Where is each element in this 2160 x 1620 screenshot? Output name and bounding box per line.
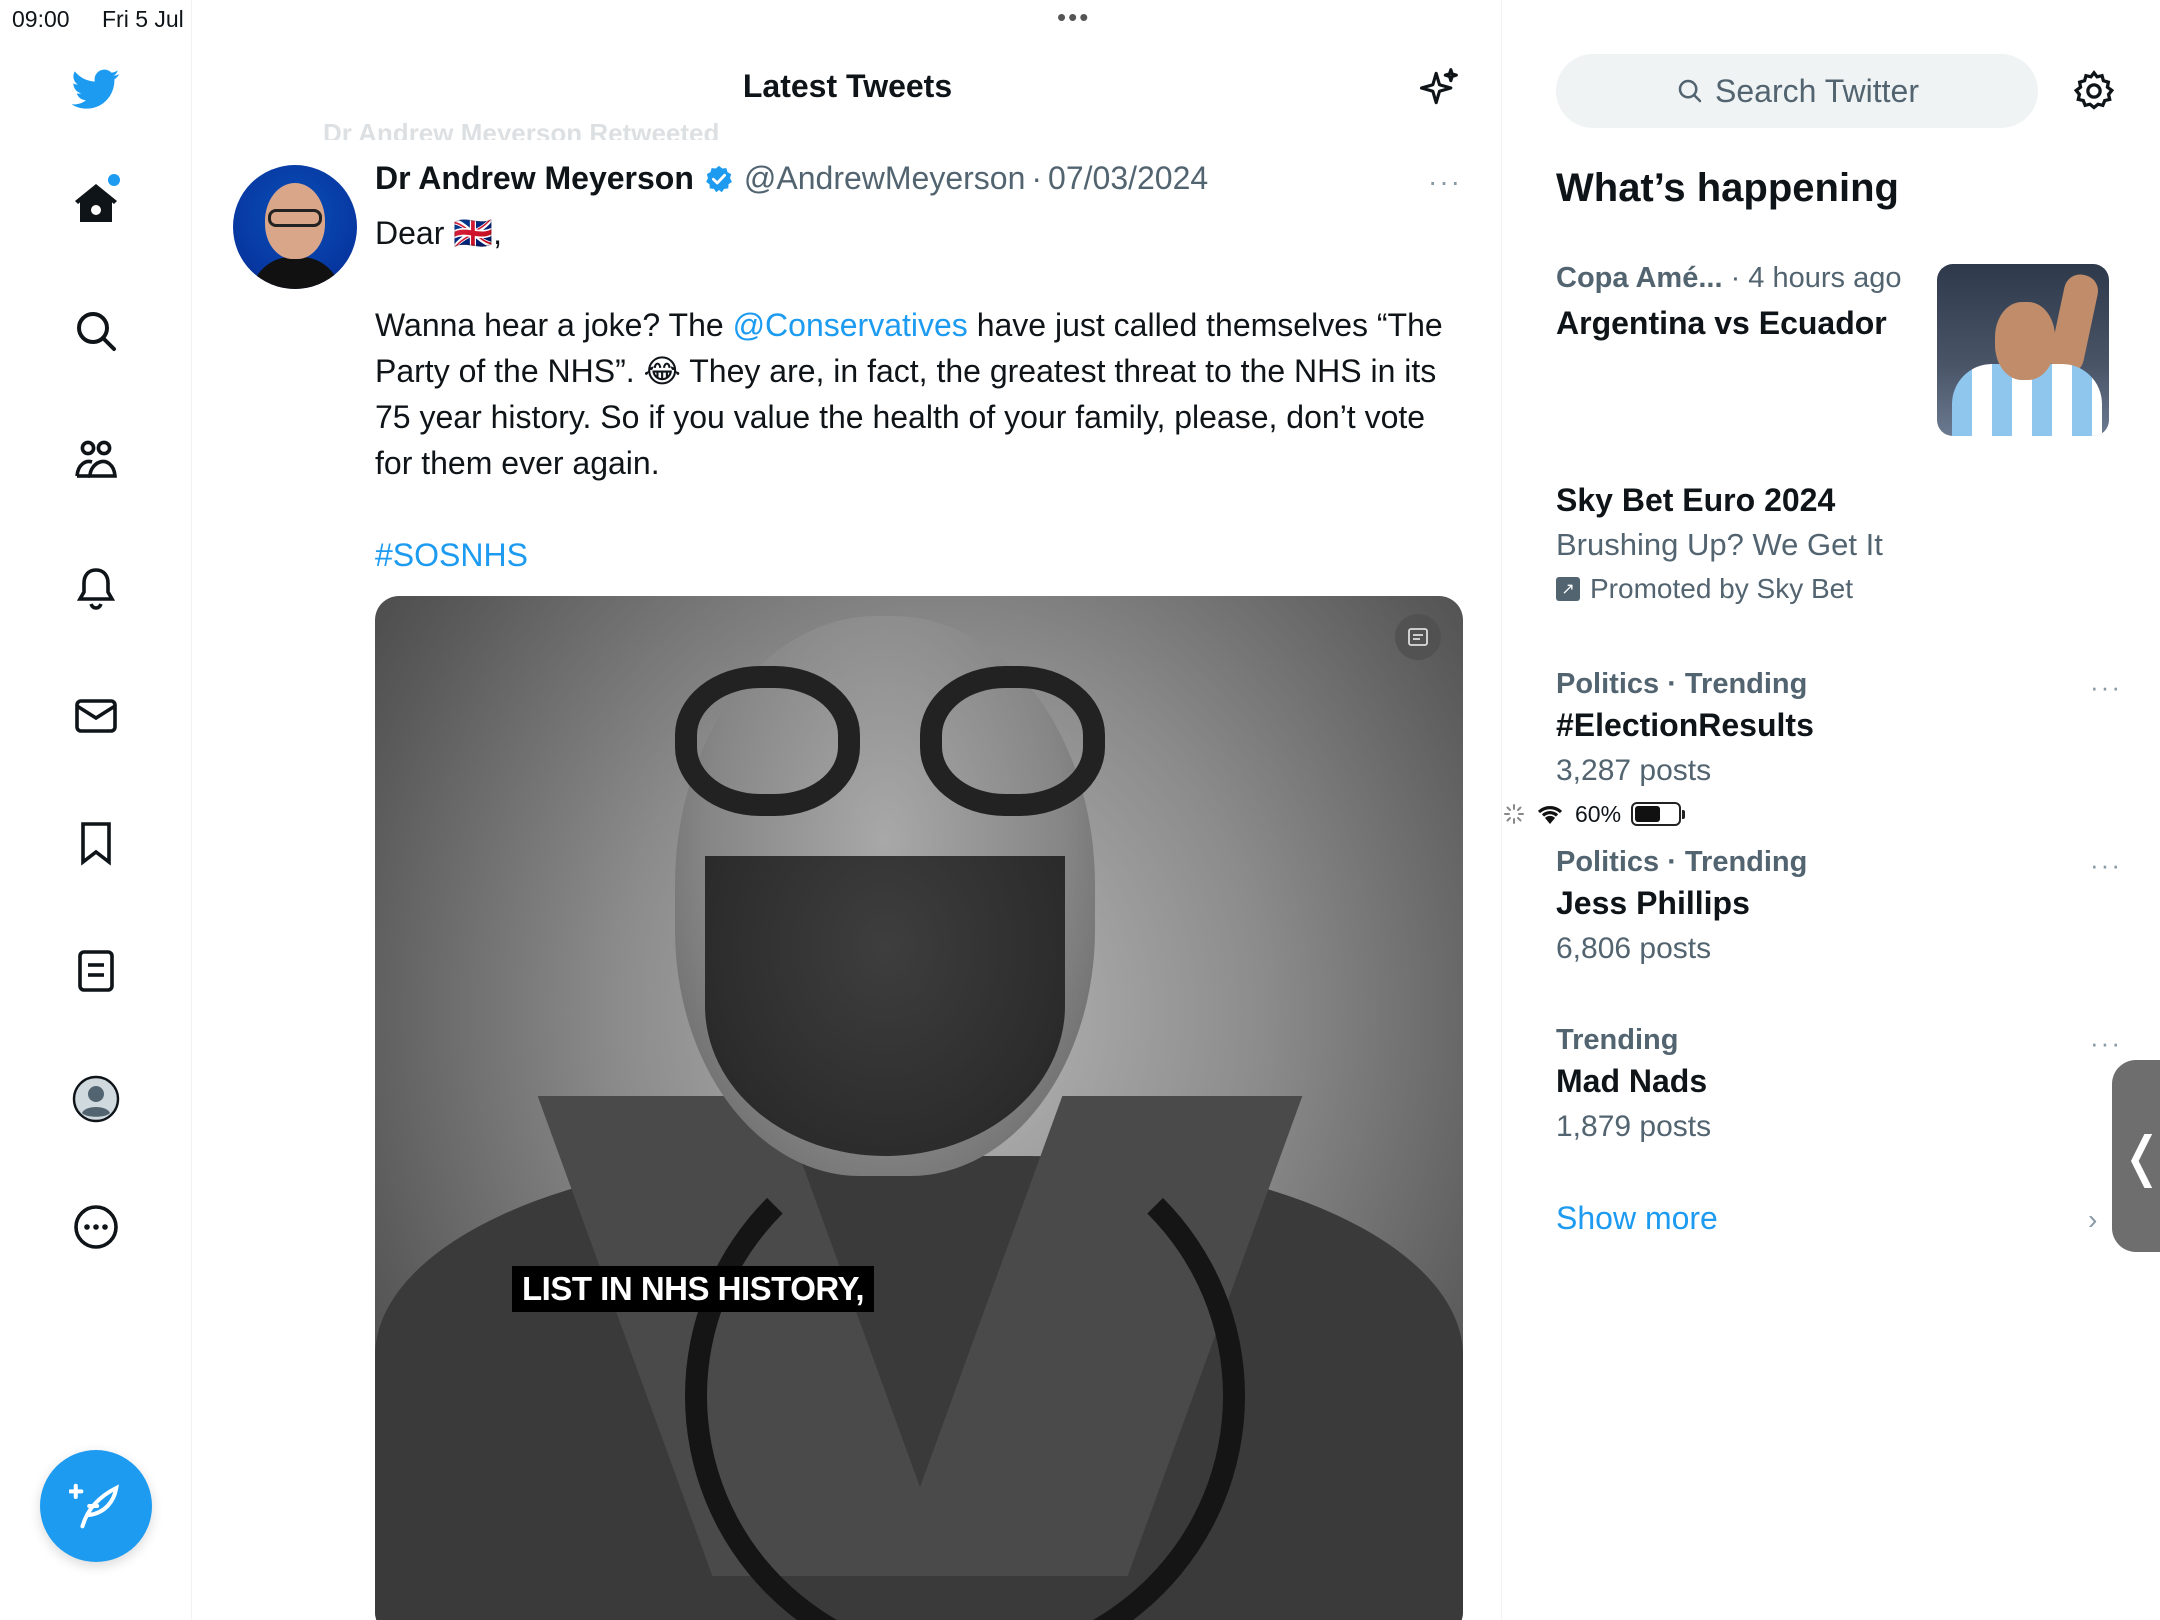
compose-tweet-button[interactable] <box>40 1450 152 1562</box>
more-icon[interactable] <box>70 1201 122 1253</box>
trend-item[interactable]: Politics · Trending #ElectionResults 3,2… <box>1556 668 1814 788</box>
retweet-context: Dr Andrew Meyerson Retweeted <box>323 118 720 140</box>
trend-thumbnail[interactable] <box>1937 264 2109 436</box>
verified-badge-icon <box>706 165 732 192</box>
trend-context: Trending <box>1556 1024 1679 1056</box>
trend-post-count: 1,879 posts <box>1556 1110 1712 1143</box>
trend-title: Mad Nads <box>1556 1063 1708 1099</box>
trend-item[interactable]: Trending Mad Nads 1,879 posts <box>1556 1024 1711 1144</box>
communities-icon[interactable] <box>70 434 122 486</box>
video-caption: LIST IN NHS HISTORY, <box>512 1266 875 1312</box>
trend-more-icon[interactable]: ··· <box>2090 1028 2122 1059</box>
chevron-right-icon[interactable]: › <box>2088 1204 2097 1236</box>
trend-more-icon[interactable]: ··· <box>2090 672 2122 703</box>
promoted-subtitle: Brushing Up? We Get It <box>1556 527 1883 562</box>
trend-context: Politics · Trending <box>1556 668 1808 700</box>
notifications-icon[interactable] <box>70 562 122 614</box>
home-unread-dot <box>108 174 120 186</box>
timeline-column: Latest Tweets Dr Andrew Meyerson Retweet… <box>193 0 1502 1620</box>
tweet-paragraph: Wanna hear a joke? The @Conservatives ha… <box>375 302 1455 486</box>
search-icon <box>1678 79 1702 103</box>
hashtag-link[interactable]: #SOSNHS <box>375 537 528 573</box>
author-name[interactable]: Dr Andrew Meyerson <box>375 160 694 197</box>
trend-post-count: 3,287 posts <box>1556 754 1712 787</box>
compose-feather-icon <box>69 1483 119 1529</box>
trend-title: Sky Bet Euro 2024 <box>1556 482 1836 518</box>
settings-gear-icon[interactable] <box>2071 68 2117 114</box>
trend-context: Politics · Trending <box>1556 846 1808 878</box>
lists-icon[interactable] <box>70 945 122 997</box>
mention-link[interactable]: @Conservatives <box>733 307 968 343</box>
author-avatar[interactable] <box>233 165 357 289</box>
trend-post-count: 6,806 posts <box>1556 932 1712 965</box>
author-handle[interactable]: @AndrewMeyerson <box>744 160 1025 197</box>
tweet-text: Dear 🇬🇧, Wanna hear a joke? The @Conserv… <box>375 210 1455 578</box>
trend-title: Argentina vs Ecuador <box>1556 305 1887 341</box>
header-separator: · <box>1031 160 1043 196</box>
promoted-trend-item[interactable]: Sky Bet Euro 2024 Brushing Up? We Get It… <box>1556 482 1883 605</box>
page-title: Latest Tweets <box>742 68 953 104</box>
trend-item[interactable]: Copa Amé... · 4 hours ago Argentina vs E… <box>1556 262 1901 342</box>
bookmarks-icon[interactable] <box>70 817 122 869</box>
left-nav <box>0 0 192 1620</box>
messages-icon[interactable] <box>70 690 122 742</box>
media-options-icon[interactable] <box>1395 614 1441 660</box>
side-panel-handle-icon[interactable]: ❬ <box>2112 1060 2160 1252</box>
show-more-link[interactable]: Show more <box>1556 1200 1718 1237</box>
whats-happening-heading: What’s happening <box>1556 166 1899 210</box>
tweet-text-part: Wanna hear a joke? The <box>375 307 733 343</box>
trend-more-icon[interactable]: ··· <box>2090 850 2122 881</box>
tweet-more-options-icon[interactable]: ··· <box>1428 166 1462 198</box>
trend-title: #ElectionResults <box>1556 707 1814 743</box>
tweet-date[interactable]: 07/03/2024 <box>1048 160 1208 197</box>
promoted-arrow-icon: ↗ <box>1556 577 1580 601</box>
trend-time: · 4 hours ago <box>1722 262 1902 294</box>
promoted-label: ↗ Promoted by Sky Bet <box>1556 573 1883 605</box>
search-input[interactable]: Search Twitter <box>1556 54 2038 128</box>
tweet-greeting: Dear 🇬🇧, <box>375 215 502 251</box>
tweet-header: Dr Andrew Meyerson @AndrewMeyerson · 07/… <box>375 160 1208 197</box>
twitter-logo-icon[interactable] <box>70 63 122 115</box>
trend-context: Copa Amé... <box>1556 262 1723 294</box>
tweet-video[interactable]: LIST IN NHS HISTORY, <box>375 596 1463 1620</box>
right-sidebar: Search Twitter What’s happening Copa Amé… <box>1503 0 2160 1620</box>
trend-title: Jess Phillips <box>1556 885 1750 921</box>
search-icon[interactable] <box>70 305 122 357</box>
promoted-text: Promoted by Sky Bet <box>1590 573 1854 604</box>
profile-icon[interactable] <box>70 1073 122 1125</box>
sparkle-timeline-toggle-icon[interactable] <box>1416 66 1460 110</box>
search-placeholder: Search Twitter <box>1715 72 1919 109</box>
trend-item[interactable]: Politics · Trending Jess Phillips 6,806 … <box>1556 846 1807 966</box>
